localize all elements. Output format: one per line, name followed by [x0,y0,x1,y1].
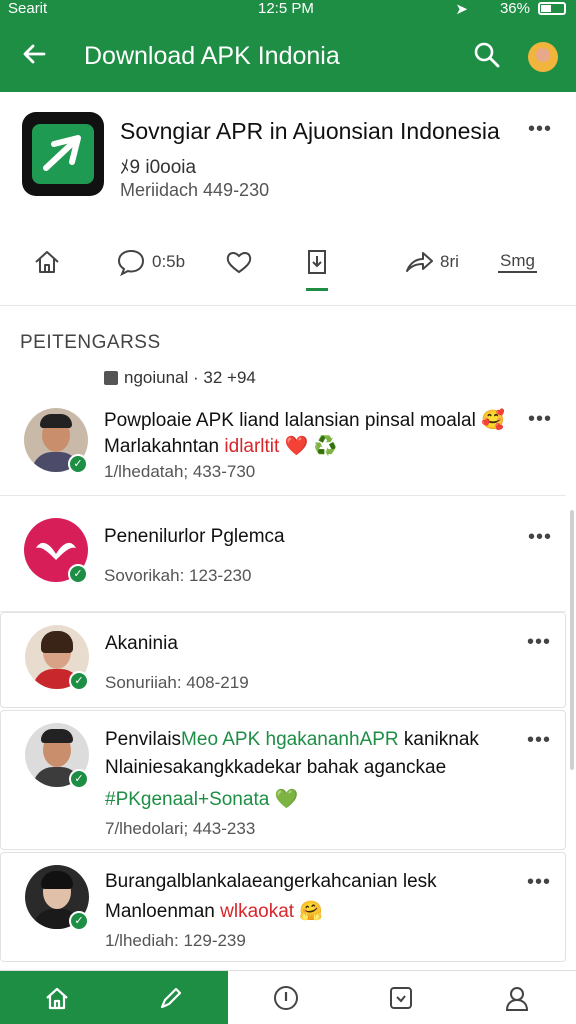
more-options-icon[interactable]: ••• [527,729,551,752]
app-header: Sovngiar APR in Ajuonsian Indonesia ﾒ9 i… [0,92,576,306]
section-title: PEITENGARSS [20,332,161,353]
home-action[interactable] [32,242,62,282]
bag-icon [104,371,118,385]
avatar: ✓ [24,518,88,584]
item-title: Burangalblankalaeangerkahcanian lesk [105,871,437,892]
list-item[interactable]: ✓ Akaninia Sonuriiah: 408-219 ••• [0,612,566,708]
list-item[interactable]: ✓ Burangalblankalaeangerkahcanian lesk M… [0,852,566,962]
nav-home[interactable] [0,971,114,1024]
nav-write[interactable] [114,971,228,1024]
home-icon [46,987,68,1010]
verified-icon: ✓ [68,454,88,474]
item-title: PenvilaisMeo APK hgakananhAPR kaniknak [105,729,479,750]
profile-icon [505,987,529,1011]
item-subtitle: Manloenman wlkaokat 🤗 [105,901,323,922]
share-icon [406,252,433,272]
message-icon [390,987,412,1009]
app-bar: Download APK Indonia [0,20,576,92]
battery-icon [538,2,566,15]
item-subtitle: Nlainiesakangkkadekar bahak aganckae [105,757,447,778]
bottom-nav [0,970,576,1024]
like-action[interactable] [224,242,254,282]
section-count-label: ngoiunal · 32 +94 [124,368,256,387]
item-subtitle: Marlakahntan idlarltit ❤️ ♻️ [104,436,338,457]
app-version: ﾒ9 i0ooia [120,157,197,178]
status-bar: Searit 12:5 PM ➤ 36% [0,0,576,20]
info-icon [274,986,298,1010]
list-item[interactable]: ✓ Powploaie APK liand lalansian pinsal m… [0,396,566,496]
avatar: ✓ [25,723,89,789]
home-icon [35,251,59,273]
comment-count: 0:5b [152,252,186,271]
tag-label: Smg [498,251,537,273]
location-icon: ➤ [455,1,468,18]
verified-icon: ✓ [69,671,89,691]
item-meta: 7/lhedolari; 443-233 [105,819,256,838]
avatar: ✓ [25,625,89,691]
more-options-icon[interactable]: ••• [528,408,552,431]
more-options-icon[interactable]: ••• [528,526,552,549]
nav-info[interactable] [228,971,344,1024]
comment-action[interactable]: 0:5b [116,242,185,282]
section-count: ngoiunal · 32 +94 [104,368,256,388]
verified-icon: ✓ [68,564,88,584]
battery-percent: 36% [499,0,530,17]
download-icon [308,250,326,274]
comment-icon [117,249,145,277]
share-count: 8ri [440,252,459,271]
more-options-icon[interactable]: ••• [527,631,551,654]
avatar: ✓ [25,865,89,931]
search-icon[interactable] [474,42,500,68]
verified-icon: ✓ [69,769,89,789]
more-options-icon[interactable]: ••• [528,118,552,141]
carrier-label: Searit [8,0,48,17]
tag-action[interactable]: Smg [498,242,537,282]
share-action[interactable]: 8ri [404,242,459,282]
nav-messages[interactable] [344,971,458,1024]
clock: 12:5 PM [258,0,314,17]
item-meta: Sonuriiah: 408-219 [105,673,249,692]
app-name: Sovngiar APR in Ajuonsian Indonesia [120,118,500,144]
nav-profile[interactable] [458,971,576,1024]
item-meta: Sovorikah: 123-230 [104,566,252,585]
list-item[interactable]: ✓ PenvilaisMeo APK hgakananhAPR kaniknak… [0,710,566,850]
app-meta: Meriidach 449-230 [120,180,270,200]
avatar: ✓ [24,408,88,474]
verified-icon: ✓ [69,911,89,931]
heart-icon [226,252,252,274]
item-meta: 1/lhediah: 129-239 [105,931,246,950]
download-action[interactable] [302,242,332,291]
item-meta: 1/lhedatah; 433-730 [104,462,256,481]
scrollbar[interactable] [570,510,574,770]
list-item[interactable]: ✓ Penenilurlor Pglemca Sovorikah: 123-23… [0,508,566,612]
item-hashtag: #PKgenaal+Sonata 💚 [105,789,299,810]
item-title: Akaninia [105,633,178,654]
back-arrow-icon[interactable] [20,40,48,68]
pen-icon [160,987,182,1009]
avatar[interactable] [528,42,558,72]
app-icon [22,112,104,196]
item-title: Penenilurlor Pglemca [104,526,285,547]
action-row: 0:5b 8ri Smg [0,242,576,292]
item-title: Powploaie APK liand lalansian pinsal moa… [104,410,505,431]
more-options-icon[interactable]: ••• [527,871,551,894]
page-title: Download APK Indonia [84,42,340,70]
